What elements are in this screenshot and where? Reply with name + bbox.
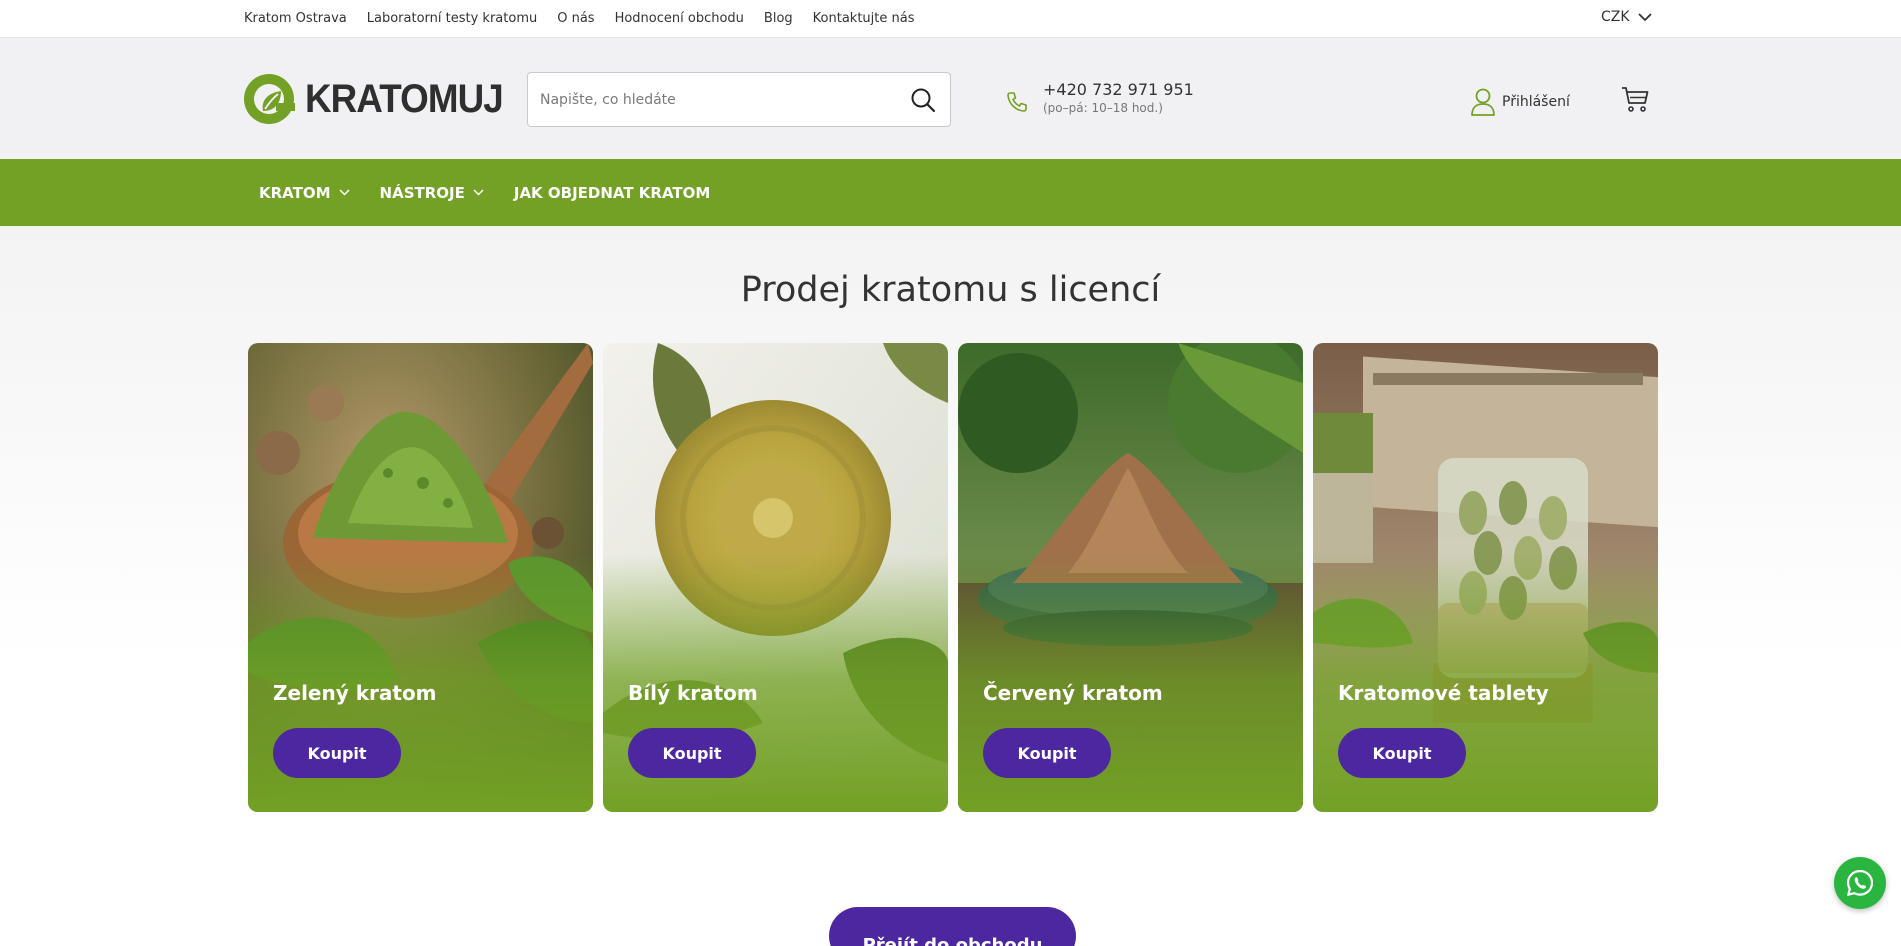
currency-selector[interactable]: CZK xyxy=(1601,9,1652,25)
top-bar: Kratom Ostrava Laboratorní testy kratomu… xyxy=(0,0,1901,38)
login-label: Přihlášení xyxy=(1502,94,1570,110)
search-input[interactable] xyxy=(528,73,888,126)
main-content: Prodej kratomu s licencí Zelený kratom K… xyxy=(0,226,1901,946)
search-icon[interactable] xyxy=(910,87,936,113)
top-link-blog[interactable]: Blog xyxy=(764,11,793,26)
top-link-kratom-ostrava[interactable]: Kratom Ostrava xyxy=(244,11,347,26)
go-to-shop-button[interactable]: Přejít do obchodu xyxy=(829,907,1076,946)
phone-hours: (po–pá: 10–18 hod.) xyxy=(1043,101,1163,115)
user-icon xyxy=(1471,88,1495,116)
nav-item-how-to-order[interactable]: JAK OBJEDNAT KRATOM xyxy=(514,184,710,202)
phone-icon xyxy=(1007,92,1027,112)
search-box xyxy=(527,72,951,127)
card-title: Červený kratom xyxy=(983,681,1163,705)
nav-item-kratom[interactable]: KRATOM xyxy=(259,184,350,202)
category-card-white[interactable]: Bílý kratom Koupit xyxy=(603,343,948,812)
top-link-reviews[interactable]: Hodnocení obchodu xyxy=(615,11,744,26)
phone-number: +420 732 971 951 xyxy=(1043,80,1194,99)
page-title: Prodej kratomu s licencí xyxy=(740,270,1161,310)
nav-item-label: KRATOM xyxy=(259,183,331,202)
logo-wordmark: KRATOMUJ xyxy=(305,76,504,121)
top-link-about[interactable]: O nás xyxy=(557,11,594,26)
nav-item-nastroje[interactable]: NÁSTROJE xyxy=(380,184,484,202)
top-links: Kratom Ostrava Laboratorní testy kratomu… xyxy=(244,11,915,26)
buy-button[interactable]: Koupit xyxy=(1338,728,1466,778)
category-card-tablets[interactable]: Kratomové tablety Koupit xyxy=(1313,343,1658,812)
category-card-red[interactable]: Červený kratom Koupit xyxy=(958,343,1303,812)
header: KRATOMUJ +420 732 971 951 (po–pá: 10–18 … xyxy=(0,38,1901,159)
logo[interactable]: KRATOMUJ xyxy=(243,73,520,125)
main-nav: KRATOM NÁSTROJE JAK OBJEDNAT KRATOM xyxy=(0,159,1901,226)
category-cards: Zelený kratom Koupit Bílý kratom Koupit … xyxy=(248,343,1658,812)
buy-button[interactable]: Koupit xyxy=(273,728,401,778)
card-title: Bílý kratom xyxy=(628,681,758,705)
buy-button[interactable]: Koupit xyxy=(628,728,756,778)
nav-item-label: NÁSTROJE xyxy=(379,183,465,202)
currency-label: CZK xyxy=(1601,9,1630,25)
whatsapp-icon xyxy=(1846,869,1874,897)
chevron-down-icon xyxy=(1637,13,1652,22)
top-link-lab-tests[interactable]: Laboratorní testy kratomu xyxy=(367,11,537,26)
top-link-contact[interactable]: Kontaktujte nás xyxy=(813,11,915,26)
chevron-down-icon xyxy=(339,189,350,196)
cart-icon[interactable] xyxy=(1620,84,1650,114)
category-card-green[interactable]: Zelený kratom Koupit xyxy=(248,343,593,812)
login-link[interactable]: Přihlášení xyxy=(1470,87,1570,117)
chevron-down-icon xyxy=(473,189,484,196)
card-title: Zelený kratom xyxy=(273,681,437,705)
buy-button[interactable]: Koupit xyxy=(983,728,1111,778)
card-title: Kratomové tablety xyxy=(1338,681,1549,705)
whatsapp-button[interactable] xyxy=(1834,857,1886,909)
nav-item-label: JAK OBJEDNAT KRATOM xyxy=(513,183,711,202)
logo-leaf-icon xyxy=(244,74,295,124)
phone-contact[interactable]: +420 732 971 951 (po–pá: 10–18 hod.) xyxy=(1005,80,1194,115)
